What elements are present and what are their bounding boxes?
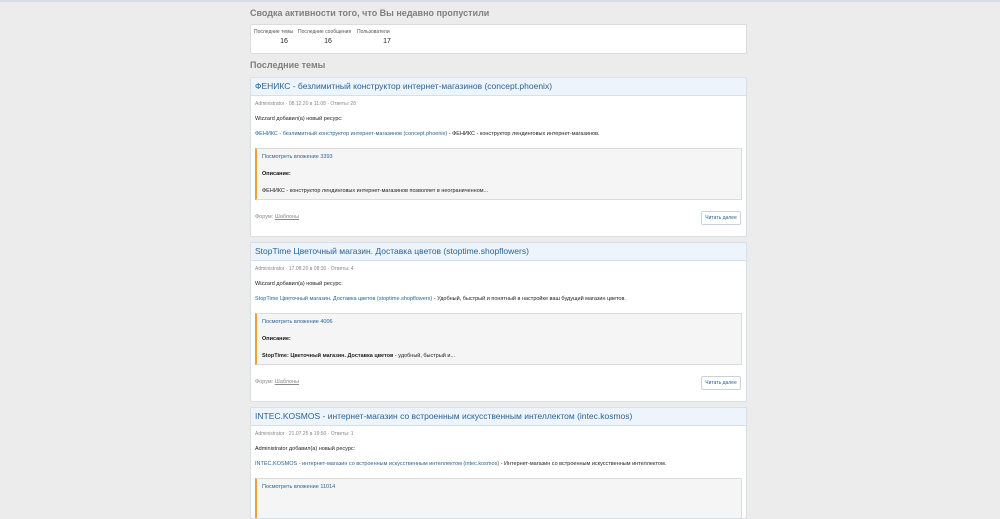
thread-meta: Administrator · 08.12.20 в 11:08 · Ответ… [255,101,356,107]
resource-description: - Удобный, быстрый и понятный в настройк… [432,296,626,302]
attachment-link[interactable]: Посмотреть вложение 4006 [262,319,333,325]
resource-line: INTEC.KOSMOS - интернет-магазин со встро… [255,461,746,467]
forum-link[interactable]: Шаблоны [275,214,299,220]
resource-description: - ФЕНИКС - конструктор лендинговых интер… [447,131,600,137]
read-more-button[interactable]: Читать далее [701,376,741,390]
resource-link[interactable]: StopTime Цветочный магазин. Доставка цве… [255,296,432,302]
stat-label: Последние сообщения [298,29,352,35]
stats-panel: Последние темы 16 Последние сообщения 16… [250,24,747,54]
thread-title[interactable]: StopTime Цветочный магазин. Доставка цве… [251,243,746,261]
description-text: ФЕНИКС - конструктор лендинговых интерне… [262,188,488,194]
stat-value: 17 [383,38,391,45]
forum-info: Форум: Шаблоны [255,379,299,385]
thread-title[interactable]: ФЕНИКС - безлимитный конструктор интерне… [251,78,746,96]
thread-title[interactable]: INTEC.KOSMOS - интернет-магазин со встро… [251,408,746,426]
stat-value: 16 [324,38,332,45]
attachment-link[interactable]: Посмотреть вложение 3393 [262,154,333,160]
stat-users: Пользователи 17 [357,29,417,45]
summary-title: Сводка активности того, что Вы недавно п… [250,8,490,18]
forum-label: Форум: [255,379,274,385]
stat-recent-posts: Последние сообщения 16 [298,29,358,45]
thread-card: INTEC.KOSMOS - интернет-магазин со встро… [250,407,747,519]
resource-link[interactable]: ФЕНИКС - безлимитный конструктор интерне… [255,131,447,137]
stat-label: Пользователи [357,29,390,35]
resource-added-text: Wizzard добавил(а) новый ресурс: [255,281,343,287]
resource-description: - Интернет-магазин со встроенным искусст… [499,461,667,467]
thread-footer: Форум: Шаблоны Читать далее [251,208,746,228]
read-more-button[interactable]: Читать далее [701,211,741,225]
description-bold: StopTime: Цветочный магазин. Доставка цв… [262,353,394,359]
quote-block: Посмотреть вложение 3393 Описание: ФЕНИК… [255,148,742,200]
forum-info: Форум: Шаблоны [255,214,299,220]
thread-card: StopTime Цветочный магазин. Доставка цве… [250,242,747,402]
attachment-link[interactable]: Посмотреть вложение 11014 [262,484,335,490]
forum-link[interactable]: Шаблоны [275,379,299,385]
forum-label: Форум: [255,214,274,220]
resource-added-text: Wizzard добавил(а) новый ресурс: [255,116,343,122]
recent-threads-title: Последние темы [250,60,326,70]
description-text: StopTime: Цветочный магазин. Доставка цв… [262,353,455,359]
resource-added-text: Administrator добавил(а) новый ресурс: [255,446,356,452]
thread-footer: Форум: Шаблоны Читать далее [251,373,746,393]
description-body: - удобный, быстрый и... [393,353,456,359]
thread-meta: Administrator · 17.08.20 в 08:30 · Ответ… [255,266,354,272]
resource-line: StopTime Цветочный магазин. Доставка цве… [255,296,746,302]
description-label: Описание: [262,171,291,177]
resource-line: ФЕНИКС - безлимитный конструктор интерне… [255,131,746,137]
thread-card: ФЕНИКС - безлимитный конструктор интерне… [250,77,747,237]
top-border [0,0,1000,2]
description-label: Описание: [262,336,291,342]
thread-meta: Administrator · 21.07.25 в 19:50 · Ответ… [255,431,354,437]
description-body: ФЕНИКС - конструктор лендинговых интерне… [262,188,489,194]
quote-block: Посмотреть вложение 4006 Описание: StopT… [255,313,742,365]
quote-block: Посмотреть вложение 11014 [255,478,742,518]
resource-link[interactable]: INTEC.KOSMOS - интернет-магазин со встро… [255,461,499,467]
